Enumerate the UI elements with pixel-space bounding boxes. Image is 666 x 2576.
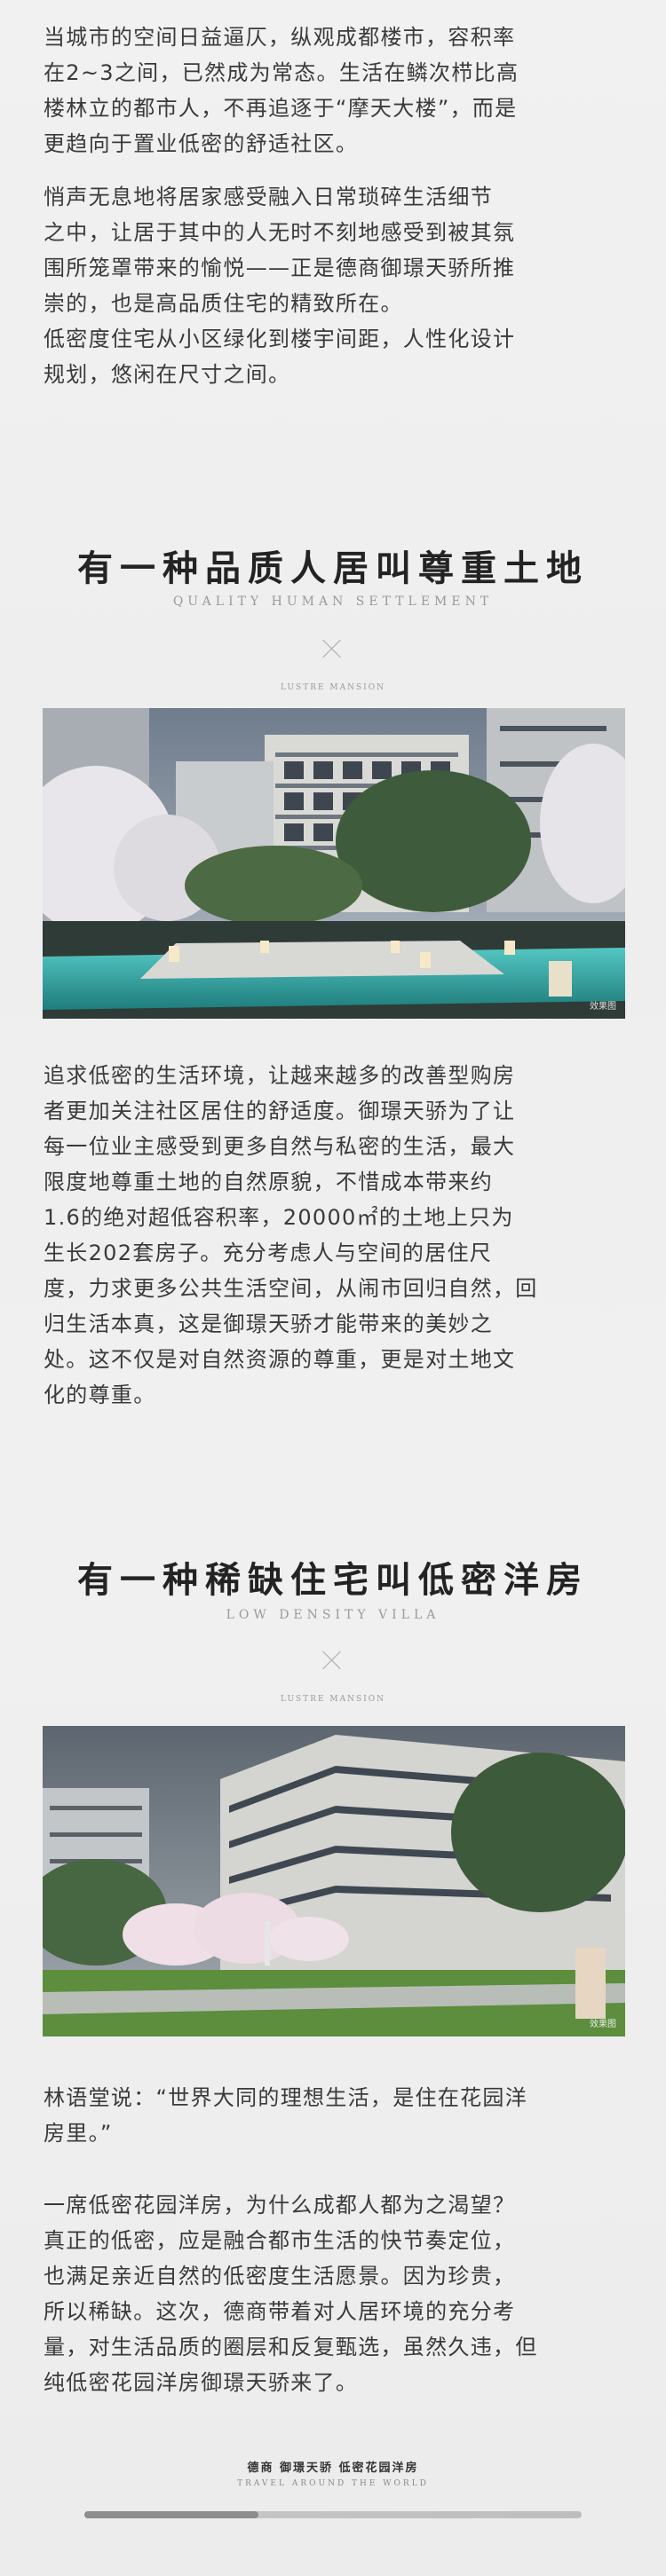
- scroll-progress-thumb[interactable]: [84, 2511, 258, 2518]
- residential-pool-render-image: [43, 708, 625, 1019]
- section1-brand-mark: LUSTRE MANSION: [280, 683, 385, 692]
- cross-divider-icon: [322, 639, 342, 658]
- section2-title: 有一种稀缺住宅叫低密洋房: [77, 1559, 589, 1601]
- section1-photo-tag: 效果图: [590, 1002, 616, 1012]
- cross-divider-icon: [322, 1650, 342, 1670]
- section2-body: 一席低密花园洋房，为什么成都人都为之渴望？ 真正的低密，应是融合都市生活的快节奏…: [44, 2193, 538, 2395]
- footer-brand: 德商 御璟天骄 低密花园洋房: [247, 2462, 419, 2475]
- section2-photo: 效果图: [43, 1726, 625, 2036]
- garden-villa-render-image: [43, 1726, 625, 2036]
- intro-paragraph-2: 悄声无息地将居家感受融入日常琐碎生活细节 之中，让居于其中的人无时不刻地感受到被…: [44, 185, 516, 387]
- section2-quote: 林语堂说：“世界大同的理想生活，是住在花园洋 房里。”: [44, 2085, 528, 2146]
- footer-tagline: TRAVEL AROUND THE WORLD: [237, 2479, 429, 2488]
- section2-photo-tag: 效果图: [590, 2020, 616, 2029]
- section1-body: 追求低密的生活环境，让越来越多的改善型购房 者更加关注社区居住的舒适度。御璟天骄…: [44, 1063, 538, 1407]
- section1-photo: 效果图: [43, 708, 625, 1019]
- section1-subtitle: QUALITY HUMAN SETTLEMENT: [172, 595, 494, 609]
- section2-brand-mark: LUSTRE MANSION: [280, 1695, 385, 1704]
- scroll-progress-bar[interactable]: [84, 2511, 582, 2518]
- section2-subtitle: LOW DENSITY VILLA: [226, 1608, 440, 1622]
- intro-paragraph-1: 当城市的空间日益逼仄，纵观成都楼市，容积率 在2~3之间，已然成为常态。生活在鳞…: [44, 25, 519, 156]
- section1-title: 有一种品质人居叫尊重土地: [77, 547, 589, 589]
